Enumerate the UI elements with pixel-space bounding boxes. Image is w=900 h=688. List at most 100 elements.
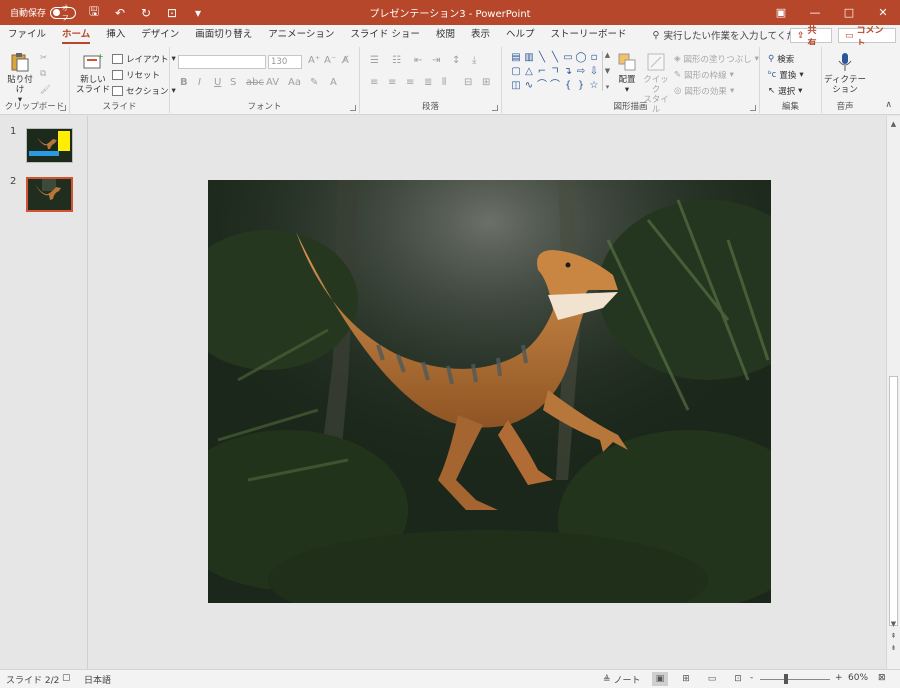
vertical-textbox-shape-icon[interactable]: ▥ <box>523 51 535 64</box>
freeform-shape-icon[interactable]: ⌒ <box>536 79 548 92</box>
redo-icon[interactable]: ↻ <box>138 5 154 21</box>
slideshow-view-icon[interactable]: ⊡ <box>730 672 746 686</box>
elbow-shape-icon[interactable]: ㄱ <box>549 65 561 78</box>
notes-button[interactable]: ≜ ノート <box>603 673 641 687</box>
font-name-box[interactable] <box>178 55 266 69</box>
current-slide[interactable] <box>208 180 771 603</box>
shape-effects-button[interactable]: ◎ 図形の効果 ▾ <box>674 85 734 97</box>
char-spacing-icon[interactable]: AV <box>266 77 279 88</box>
line-spacing-icon[interactable]: ↕ <box>452 55 460 66</box>
comments-button[interactable]: ▭ コメント <box>838 26 896 49</box>
start-slideshow-icon[interactable]: ⊡ <box>164 5 180 21</box>
numbering-icon[interactable]: ☷ <box>392 55 401 66</box>
tab-0[interactable]: ファイル <box>0 25 54 45</box>
italic-icon[interactable]: I <box>198 77 201 88</box>
dictate-button[interactable]: ディクテー ション <box>824 51 866 95</box>
gallery-more-icon[interactable]: ▾ <box>606 83 610 91</box>
slide-thumbnail-2[interactable] <box>26 177 73 212</box>
tab-3[interactable]: デザイン <box>133 25 187 45</box>
curve-shape-icon[interactable]: ∿ <box>523 79 535 92</box>
align-center-icon[interactable]: ≡ <box>388 77 396 88</box>
tab-10[interactable]: ストーリーボード <box>542 25 634 45</box>
align-left-icon[interactable]: ≡ <box>370 77 378 88</box>
tab-7[interactable]: 校閲 <box>428 25 463 45</box>
align-right-icon[interactable]: ≡ <box>406 77 414 88</box>
gallery-down-icon[interactable]: ▼ <box>605 67 610 75</box>
next-slide-icon[interactable]: ⇟ <box>887 642 900 654</box>
zoom-slider-knob[interactable] <box>784 674 788 684</box>
format-painter-button[interactable]: 🖌 <box>40 85 51 95</box>
normal-view-icon[interactable]: ▣ <box>652 672 668 686</box>
font-launcher-icon[interactable] <box>350 105 356 111</box>
oval-shape-icon[interactable]: ◯ <box>575 51 587 64</box>
zoom-out-button[interactable]: - <box>750 673 753 683</box>
reading-view-icon[interactable]: ▭ <box>704 672 720 686</box>
text-direction-icon[interactable]: ⤓ <box>472 55 476 66</box>
slide-sorter-view-icon[interactable]: ⊞ <box>678 672 694 686</box>
gallery-up-icon[interactable]: ▲ <box>605 51 610 59</box>
tab-1[interactable]: ホーム <box>54 25 98 45</box>
connector-shape-icon[interactable]: ⌐ <box>536 65 548 78</box>
clipboard-launcher-icon[interactable] <box>60 105 66 111</box>
paste-button[interactable]: 貼り付け ▾ <box>4 51 36 105</box>
scroll-thumb[interactable] <box>889 376 898 626</box>
zoom-in-button[interactable]: + <box>835 673 843 683</box>
tab-4[interactable]: 画面切り替え <box>187 25 260 45</box>
zoom-slider-track[interactable] <box>760 679 830 680</box>
language-indicator[interactable]: 日本語 <box>84 673 111 686</box>
align-text-icon[interactable]: ⊟ <box>464 77 472 88</box>
scroll-down-icon[interactable]: ▼ <box>887 618 900 630</box>
maximize-icon[interactable]: □ <box>832 0 866 25</box>
font-color-icon[interactable]: A <box>330 77 337 88</box>
decrease-font-icon[interactable]: A⁻ <box>324 55 336 66</box>
jungle-dinosaur-picture[interactable] <box>208 180 771 603</box>
change-case-icon[interactable]: Aa <box>288 77 301 88</box>
drawing-launcher-icon[interactable] <box>750 105 756 111</box>
reset-button[interactable]: リセット <box>112 69 160 81</box>
tab-8[interactable]: 表示 <box>463 25 498 45</box>
brace-left-shape-icon[interactable]: { <box>562 79 574 92</box>
vertical-scrollbar[interactable]: ▲ ▼ ⇞ ⇟ <box>886 116 900 669</box>
layout-button[interactable]: レイアウト ▾ <box>112 53 176 65</box>
collapse-ribbon-icon[interactable]: ∧ <box>885 100 892 110</box>
font-size-box[interactable]: 130 <box>268 55 302 69</box>
down-arrow-shape-icon[interactable]: ⇩ <box>588 65 600 78</box>
line-shape-icon[interactable]: ╲ <box>536 51 548 64</box>
section-button[interactable]: セクション ▾ <box>112 85 176 97</box>
customize-qat-icon[interactable]: ▾ <box>190 5 206 21</box>
textbox-shape-icon[interactable]: ▤ <box>510 51 522 64</box>
more-shape-icon[interactable]: ▫ <box>588 51 600 64</box>
save-icon[interactable]: 🖫 <box>86 4 102 21</box>
cut-button[interactable]: ✂ <box>40 53 47 63</box>
replace-button[interactable]: ᵇc 置換 ▾ <box>768 69 804 81</box>
shadow-icon[interactable]: S <box>230 77 236 88</box>
spelling-check-icon[interactable]: ▢ <box>62 673 71 683</box>
select-button[interactable]: ↖ 選択 ▾ <box>768 85 802 97</box>
tab-5[interactable]: アニメーション <box>260 25 342 45</box>
justify-icon[interactable]: ≣ <box>424 77 432 88</box>
rectangle-shape-icon[interactable]: ▭ <box>562 51 574 64</box>
shape-outline-button[interactable]: ✎ 図形の枠線 ▾ <box>674 69 734 81</box>
elbow-arrow-shape-icon[interactable]: ↴ <box>562 65 574 78</box>
find-button[interactable]: ⚲ 検索 <box>768 53 794 65</box>
paragraph-launcher-icon[interactable] <box>492 105 498 111</box>
right-arrow-shape-icon[interactable]: ⇨ <box>575 65 587 78</box>
arrange-button[interactable]: 配置 ▾ <box>614 51 640 95</box>
rounded-rect-shape-icon[interactable]: ▢ <box>510 65 522 78</box>
shapes-gallery-scroll[interactable]: ▲ ▼ ▾ <box>602 51 612 91</box>
copy-button[interactable]: ⧉ <box>40 69 46 79</box>
brace-right-shape-icon[interactable]: } <box>575 79 587 92</box>
bold-icon[interactable]: B <box>180 77 188 88</box>
zoom-level[interactable]: 60% <box>848 673 868 683</box>
smartart-icon[interactable]: ⊞ <box>482 77 490 88</box>
triangle-shape-icon[interactable]: △ <box>523 65 535 78</box>
tab-2[interactable]: 挿入 <box>98 25 133 45</box>
clear-format-icon[interactable]: A̸ <box>342 55 349 66</box>
slide-thumbnail-1[interactable] <box>26 128 73 163</box>
callout-shape-icon[interactable]: ◫ <box>510 79 522 92</box>
bullets-icon[interactable]: ☰ <box>370 55 379 66</box>
decrease-indent-icon[interactable]: ⇤ <box>414 55 422 66</box>
columns-icon[interactable]: ⫴ <box>442 77 446 88</box>
previous-slide-icon[interactable]: ⇞ <box>887 630 900 642</box>
highlight-icon[interactable]: ✎ <box>310 77 318 88</box>
